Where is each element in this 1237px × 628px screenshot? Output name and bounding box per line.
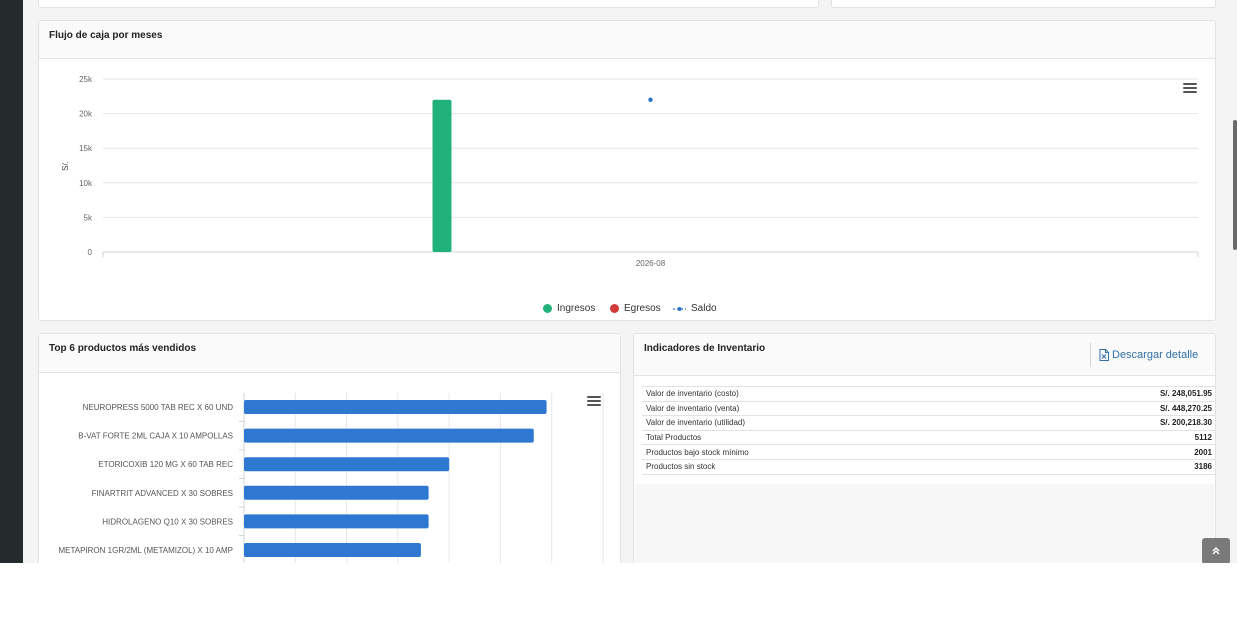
legend-ingresos-label: Ingresos	[557, 303, 596, 314]
inventory-row-label: Valor de inventario (utilidad)	[642, 415, 1015, 431]
sidebar-edge	[0, 0, 23, 563]
x-tick-label: 2026-08	[636, 259, 666, 268]
y-tick-label: 10k	[79, 179, 93, 188]
inventory-row: Valor de inventario (venta) S/. 448,270.2…	[642, 400, 1216, 416]
y-tick-label: 0	[88, 248, 93, 257]
hamburger-menu-icon[interactable]	[587, 396, 601, 407]
hamburger-menu-icon[interactable]	[1183, 83, 1197, 94]
inventory-row-value: S/. 448,270.25	[1014, 400, 1216, 416]
cashflow-chart: 0 5k 10k 15k 20k 25k S/. 2026-08	[61, 75, 1199, 268]
scroll-top-button[interactable]	[1202, 538, 1230, 563]
inventory-row-label: Productos sin stock	[642, 458, 1015, 475]
inventory-row: Total Productos 5112	[642, 429, 1216, 445]
y-tick-label: 25k	[79, 75, 93, 84]
legend-egresos-marker	[610, 304, 619, 313]
legend-egresos[interactable]: Egresos	[610, 303, 661, 314]
inventory-table: Valor de inventario (costo) S/. 248,051.9…	[642, 386, 1216, 475]
download-detail-label: Descargar detalle	[1112, 349, 1199, 361]
product-bar	[244, 514, 429, 529]
product-bar	[244, 428, 534, 443]
legend-ingresos-marker	[543, 304, 552, 313]
inventory-empty-area	[635, 484, 1214, 563]
inventory-row: Valor de inventario (costo) S/. 248,051.9…	[642, 386, 1216, 402]
point-saldo	[648, 97, 653, 102]
file-excel-icon	[1099, 349, 1109, 361]
dashboard-viewport: Flujo de caja por meses 0 5k 10k 15k 20k 25k S…	[0, 0, 1237, 563]
product-bar	[244, 400, 547, 414]
product-bar	[244, 485, 429, 500]
legend-saldo-label: Saldo	[691, 303, 717, 314]
legend-ingresos[interactable]: Ingresos	[543, 303, 595, 314]
y-tick-label: 15k	[79, 144, 93, 153]
cashflow-card: Flujo de caja por meses 0 5k 10k 15k 20k 25k S…	[38, 20, 1216, 321]
product-label: METAPIRON 1GR/2ML (METAMIZOL) X 10 AMP	[58, 546, 233, 555]
legend-saldo-marker	[673, 306, 686, 311]
page-scrollbar[interactable]	[1233, 120, 1237, 250]
inventory-row: Valor de inventario (utilidad) S/. 200,21…	[642, 415, 1216, 431]
y-tick-label: 5k	[84, 213, 93, 222]
top-card-right	[831, 0, 1216, 8]
inventory-row-label: Valor de inventario (costo)	[642, 386, 1015, 402]
product-label: B-VAT FORTE 2ML CAJA X 10 AMPOLLAS	[78, 432, 233, 441]
legend-egresos-label: Egresos	[624, 303, 661, 314]
product-label: ETORICOXIB 120 MG X 60 TAB REC	[98, 460, 233, 469]
inventory-row-value: S/. 200,218.30	[1014, 415, 1216, 431]
inventory-row-label: Total Productos	[642, 429, 1015, 445]
inventory-title: Indicadores de Inventario	[644, 343, 766, 354]
product-label: FINARTRIT ADVANCED X 30 SOBRES	[92, 489, 233, 498]
inventory-row: Productos bajo stock mínimo 2001	[642, 444, 1216, 460]
inventory-card: Indicadores de Inventario Descargar deta…	[633, 333, 1216, 563]
y-axis-label: S/.	[61, 161, 70, 171]
product-bar	[244, 457, 450, 472]
top-products-chart: NEUROPRESS 5000 TAB REC X 60 UND B-VAT FO…	[58, 393, 604, 563]
bar-ingresos	[432, 99, 452, 252]
double-chevron-up-icon	[1212, 547, 1220, 555]
inventory-row-label: Productos bajo stock mínimo	[642, 444, 1015, 460]
top-products-card: Top 6 productos más vendidos NEUROPRESS …	[38, 333, 621, 563]
top-card-left	[38, 0, 819, 8]
inventory-row: Productos sin stock 3186	[642, 458, 1216, 475]
y-tick-label: 20k	[79, 110, 93, 119]
inventory-row-value: 5112	[1014, 429, 1216, 445]
inventory-card-header: Indicadores de Inventario Descargar deta…	[634, 334, 1215, 376]
download-detail-button[interactable]: Descargar detalle	[1090, 343, 1198, 367]
legend-saldo[interactable]: Saldo	[673, 303, 717, 314]
inventory-row-value: 3186	[1014, 458, 1216, 475]
inventory-row-value: S/. 248,051.95	[1014, 386, 1216, 402]
product-bar	[244, 543, 421, 557]
inventory-row-value: 2001	[1014, 444, 1216, 460]
product-label: HIDROLAGENO Q10 X 30 SOBRES	[102, 517, 233, 526]
product-label: NEUROPRESS 5000 TAB REC X 60 UND	[83, 403, 234, 412]
inventory-row-label: Valor de inventario (venta)	[642, 400, 1015, 416]
